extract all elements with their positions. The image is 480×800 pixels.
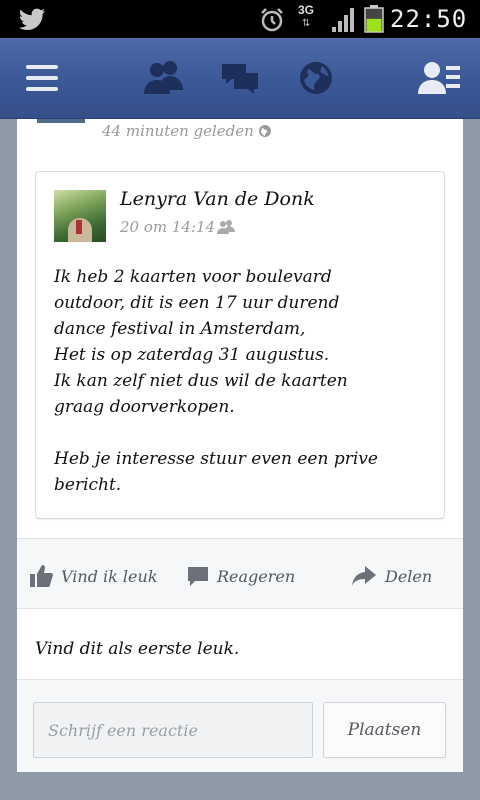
network-type: 3G (298, 3, 315, 17)
comment-input[interactable] (33, 702, 313, 758)
background-strip (0, 772, 480, 800)
status-bar: 3G ⇅ 22:50 (0, 0, 480, 38)
post-timestamp: 20 om 14:14 (120, 218, 236, 238)
like-label: Vind ik leuk (61, 566, 158, 586)
post-body: Ik heb 2 kaarten voor boulevard outdoor,… (54, 264, 434, 498)
post-detail: 44 minuten geleden Lenyra Van de Donk 20… (17, 119, 463, 772)
comment-composer: Plaatsen (17, 679, 463, 772)
globe-icon (258, 124, 272, 142)
battery-icon (364, 5, 384, 37)
twitter-icon (18, 8, 46, 34)
post-comment-button[interactable]: Plaatsen (323, 702, 446, 758)
share-label: Delen (385, 566, 433, 586)
author-name[interactable]: Lenyra Van de Donk (120, 188, 315, 210)
thumbs-up-icon (30, 565, 53, 587)
friends-icon[interactable] (143, 60, 185, 100)
network-activity-icon: ⇅ (302, 18, 311, 29)
previous-post-avatar (37, 119, 85, 123)
alarm-icon (258, 6, 286, 38)
friends-icon (217, 220, 236, 238)
menu-icon[interactable] (26, 65, 58, 93)
like-button[interactable]: Vind ik leuk (29, 563, 158, 589)
comment-button[interactable]: Reageren (187, 563, 295, 589)
messages-icon[interactable] (220, 61, 260, 101)
share-arrow-icon (352, 566, 376, 586)
action-bar: Vind ik leuk Reageren Delen (17, 538, 463, 609)
globe-icon[interactable] (298, 60, 334, 100)
previous-post-time: 44 minuten geleden (102, 122, 272, 142)
shared-post-card[interactable]: Lenyra Van de Donk 20 om 14:14 Ik heb 2 … (35, 171, 445, 519)
post-text: Ik heb 2 kaarten voor boulevard outdoor,… (54, 267, 378, 495)
comment-label: Reageren (217, 566, 296, 586)
clock: 22:50 (390, 5, 468, 33)
author-avatar[interactable] (54, 190, 106, 242)
comment-icon (188, 567, 208, 586)
profile-list-icon[interactable] (418, 60, 462, 100)
share-button[interactable]: Delen (351, 563, 432, 589)
signal-icon (330, 6, 358, 38)
top-nav-bar (0, 38, 480, 119)
likes-summary[interactable]: Vind dit als eerste leuk. (35, 639, 239, 659)
